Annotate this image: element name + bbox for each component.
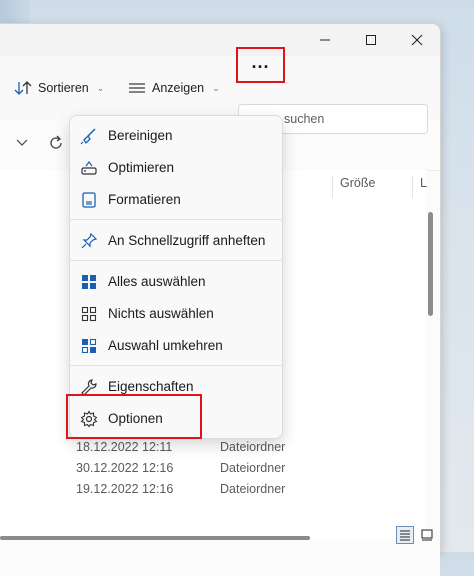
chevron-down-icon: ⌄ — [96, 82, 105, 93]
column-header-size[interactable]: Größe — [340, 176, 375, 190]
row-type: Dateiordner — [220, 461, 286, 475]
maximize-icon — [366, 35, 376, 45]
sort-label: Sortieren — [38, 81, 89, 95]
column-header-overflow[interactable]: L — [420, 176, 427, 190]
menu-item-label: Formatieren — [108, 192, 181, 207]
minimize-button[interactable] — [302, 24, 348, 56]
sort-arrows-icon — [14, 81, 32, 95]
menu-separator — [70, 365, 282, 366]
select-none-icon — [80, 305, 98, 323]
details-view-icon — [400, 530, 410, 541]
refresh-icon[interactable] — [48, 135, 64, 151]
pin-icon — [80, 232, 98, 250]
menu-item-bereinigen[interactable]: Bereinigen — [70, 121, 282, 151]
chevron-down-icon: ⌄ — [212, 82, 220, 93]
more-options-menu: Bereinigen Optimieren Formatieren An Sch… — [69, 115, 283, 439]
menu-separator — [70, 260, 282, 261]
menu-item-label: An Schnellzugriff anheften — [108, 233, 266, 248]
menu-item-optimieren[interactable]: Optimieren — [70, 153, 282, 183]
menu-item-label: Eigenschaften — [108, 379, 194, 394]
column-divider[interactable] — [412, 176, 413, 198]
format-drive-icon — [80, 191, 98, 209]
broom-icon — [80, 127, 98, 145]
menu-item-select-all[interactable]: Alles auswählen — [70, 267, 282, 297]
more-dots-icon: ... — [251, 52, 270, 72]
maximize-button[interactable] — [348, 24, 394, 56]
view-button[interactable]: Anzeigen ⌄ — [128, 56, 220, 120]
menu-item-select-none[interactable]: Nichts auswählen — [70, 299, 282, 329]
invert-selection-icon — [80, 337, 98, 355]
tiles-view-button[interactable] — [418, 526, 436, 544]
optimize-drive-icon — [80, 159, 98, 177]
horizontal-scrollbar-thumb[interactable] — [0, 536, 310, 540]
row-type: Dateiordner — [220, 482, 286, 496]
menu-item-label: Bereinigen — [108, 128, 173, 143]
minimize-icon — [320, 39, 330, 41]
close-icon — [411, 34, 423, 46]
select-all-icon — [80, 273, 98, 291]
view-label: Anzeigen — [152, 81, 205, 95]
menu-item-label: Nichts auswählen — [108, 306, 214, 321]
search-placeholder: suchen — [284, 112, 325, 126]
status-bar — [0, 544, 440, 576]
row-date: 19.12.2022 12:16 — [76, 482, 174, 496]
row-date: 30.12.2022 12:16 — [76, 461, 174, 475]
see-more-button[interactable]: ... — [236, 47, 285, 83]
menu-item-formatieren[interactable]: Formatieren — [70, 185, 282, 215]
sort-button[interactable]: Sortieren ⌄ — [14, 56, 104, 120]
tiles-view-icon — [421, 529, 433, 541]
close-button[interactable] — [394, 24, 440, 56]
column-divider[interactable] — [332, 176, 333, 198]
vertical-scrollbar-thumb[interactable] — [428, 212, 433, 316]
menu-item-label: Optimieren — [108, 160, 175, 175]
details-view-button[interactable] — [396, 526, 414, 544]
menu-separator — [70, 219, 282, 220]
row-type: Dateiordner — [220, 440, 286, 454]
view-lines-icon — [129, 83, 145, 93]
title-bar — [0, 24, 440, 56]
menu-item-pin-quick-access[interactable]: An Schnellzugriff anheften — [70, 226, 282, 256]
menu-item-label: Alles auswählen — [108, 274, 206, 289]
row-date: 18.12.2022 12:11 — [76, 440, 173, 454]
highlight-box-options — [66, 394, 202, 439]
menu-item-label: Auswahl umkehren — [108, 338, 223, 353]
menu-item-invert-selection[interactable]: Auswahl umkehren — [70, 331, 282, 361]
chevron-down-icon[interactable] — [16, 138, 28, 148]
